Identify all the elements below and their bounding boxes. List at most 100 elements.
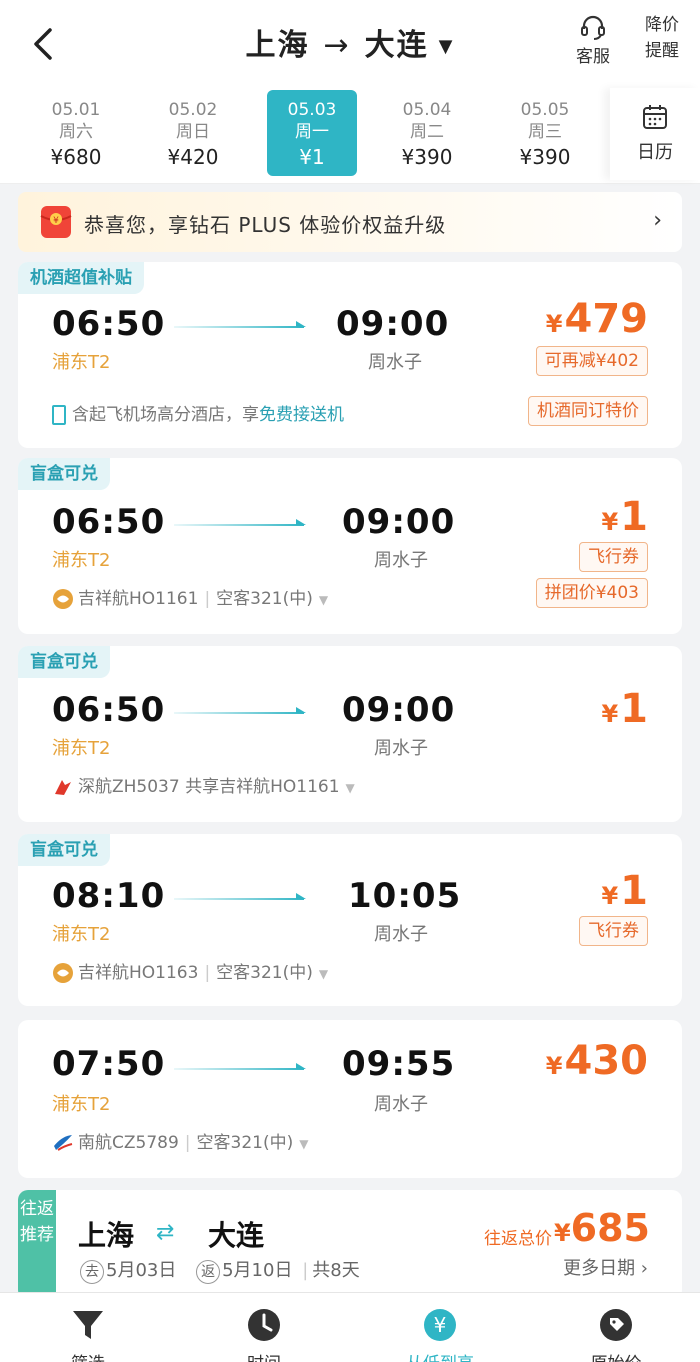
currency-symbol: ¥ — [601, 508, 619, 536]
date-label: 05.02 — [168, 100, 218, 120]
red-envelope-icon: ¥ — [40, 206, 72, 238]
date-label: 05.05 — [520, 100, 570, 120]
flight-voucher-badge: 飞行券 — [579, 542, 648, 572]
aircraft-type: 空客321(中) — [216, 963, 313, 983]
departure-airport: 浦东T2 — [52, 738, 111, 759]
departure-airport: 浦东T2 — [52, 550, 111, 571]
date-tab-0502[interactable]: 05.02 周日 ¥420 — [148, 90, 238, 176]
flight-tag: 盲盒可兑 — [18, 834, 110, 866]
calendar-label: 日历 — [637, 142, 673, 163]
rt-price-value: 685 — [570, 1206, 650, 1250]
departure-airport: 浦东T2 — [52, 924, 111, 945]
flight-number: 南航CZ5789 — [78, 1133, 179, 1153]
trip-duration: 共8天 — [312, 1260, 360, 1281]
free-transfer-link[interactable]: 免费接送机 — [259, 405, 344, 425]
airline-info: 南航CZ5789 | 空客321(中) ▼ — [52, 1128, 308, 1154]
flight-line — [174, 321, 306, 328]
header: 上海 → 大连 ▼ 客服 降价 提醒 — [0, 0, 700, 88]
currency-symbol: ¥ — [545, 1052, 563, 1080]
currency-symbol: ¥ — [545, 310, 563, 338]
price-alert-label-line1: 降价 — [645, 15, 679, 35]
tab-original-price[interactable]: 原始价 — [556, 1293, 676, 1362]
date-price: ¥390 — [401, 145, 453, 169]
departure-time: 06:50 — [52, 690, 166, 730]
svg-text:¥: ¥ — [434, 1313, 447, 1337]
flight-number: 吉祥航HO1163 — [78, 963, 199, 983]
rt-origin-city: 上海 — [78, 1219, 135, 1252]
round-trip-side-label: 往返推荐 — [18, 1190, 56, 1300]
arrival-time: 09:00 — [342, 502, 456, 542]
expand-down-icon[interactable]: ▼ — [299, 1137, 308, 1151]
price-tag-icon — [600, 1309, 632, 1341]
aircraft-type: 空客321(中) — [196, 1133, 294, 1153]
clock-icon — [248, 1309, 280, 1341]
tab-time[interactable]: 时间 — [204, 1293, 324, 1362]
discount-badge: 可再减¥402 — [535, 346, 648, 376]
price-value: 1 — [620, 686, 648, 732]
currency-symbol: ¥ — [601, 882, 619, 910]
round-trip-recommendation[interactable]: 往返推荐 上海 ⇄ 大连 去 5月03日 返 5月10日 | 共8天 往返总价 ¥68… — [18, 1190, 682, 1300]
flight-card[interactable]: 机酒超值补贴 06:50 浦东T2 09:00 周水子 ¥479 可再减¥402… — [18, 262, 682, 448]
origin-city: 上海 — [245, 28, 310, 63]
destination-city: 大连 — [364, 28, 429, 63]
customer-service-button[interactable]: 客服 — [568, 14, 618, 68]
juneyao-airline-logo-icon — [53, 963, 73, 983]
chevron-right-icon: › — [653, 208, 662, 233]
calendar-button[interactable]: 日历 — [610, 88, 700, 180]
flight-card[interactable]: 07:50 浦东T2 09:55 周水子 ¥430 南航CZ5789 | 空客321… — [18, 1020, 682, 1178]
divider: | — [204, 589, 211, 609]
juneyao-airline-logo-icon — [53, 589, 73, 609]
departure-airport: 浦东T2 — [52, 1094, 111, 1115]
price-value: 430 — [564, 1038, 649, 1084]
expand-down-icon[interactable]: ▼ — [319, 593, 328, 607]
airline-info: 吉祥航HO1161 | 空客321(中) ▼ — [52, 584, 328, 610]
rt-dates: 去 5月03日 返 5月10日 | 共8天 — [80, 1256, 360, 1284]
date-selector: 05.01 周六 ¥680 05.02 周日 ¥420 05.03 周一 ¥1 … — [0, 88, 700, 184]
date-price: ¥420 — [167, 145, 219, 169]
group-price-badge: 拼团价¥403 — [535, 578, 648, 608]
currency-symbol: ¥ — [601, 700, 619, 728]
arrival-time: 10:05 — [348, 876, 462, 916]
price-alert-label-line2: 提醒 — [645, 41, 679, 61]
hotel-info-text: 含起飞机场高分酒店，享 — [72, 405, 259, 425]
headset-icon — [581, 15, 605, 40]
arrival-time: 09:00 — [336, 304, 450, 344]
weekday-label: 周一 — [295, 122, 329, 142]
tab-filter[interactable]: 筛选 — [28, 1293, 148, 1362]
date-tab-0501[interactable]: 05.01 周六 ¥680 — [31, 90, 121, 176]
bottom-toolbar: 筛选 时间 ¥ 从低到高 原始价 — [0, 1292, 700, 1362]
rt-price-label: 往返总价 — [484, 1229, 552, 1249]
weekday-label: 周日 — [176, 122, 210, 142]
date-tab-0504[interactable]: 05.04 周二 ¥390 — [382, 90, 472, 176]
expand-down-icon[interactable]: ▼ — [346, 781, 355, 795]
airline-info: 深航ZH5037 共享吉祥航HO1161 ▼ — [52, 772, 355, 798]
date-tab-0505[interactable]: 05.05 周三 ¥390 — [500, 90, 590, 176]
divider: | — [302, 1260, 309, 1281]
currency-symbol: ¥ — [553, 1219, 571, 1247]
expand-down-icon[interactable]: ▼ — [319, 967, 328, 981]
tab-price-label: 从低到高 — [380, 1349, 500, 1362]
date-label: 05.01 — [51, 100, 101, 120]
rt-price: ¥685 — [554, 1206, 650, 1250]
weekday-label: 周六 — [59, 122, 93, 142]
tab-price-low-to-high[interactable]: ¥ 从低到高 — [380, 1293, 500, 1362]
departure-time: 08:10 — [52, 876, 166, 916]
flight-card[interactable]: 盲盒可兑 08:10 浦东T2 10:05 周水子 ¥1 飞行券 吉祥航HO11… — [18, 834, 682, 1006]
more-dates-link[interactable]: 更多日期 › — [563, 1254, 648, 1280]
date-tab-0503-selected[interactable]: 05.03 周一 ¥1 — [267, 90, 357, 176]
rt-destination-city: 大连 — [208, 1219, 265, 1252]
arrival-airport: 周水子 — [374, 738, 428, 759]
tab-time-label: 时间 — [204, 1349, 324, 1362]
shenzhen-airlines-logo-icon — [55, 780, 71, 795]
flight-price: ¥430 — [546, 1038, 648, 1084]
date-label: 05.03 — [287, 100, 337, 120]
flight-card[interactable]: 盲盒可兑 06:50 浦东T2 09:00 周水子 ¥1 飞行券 吉祥航HO11… — [18, 458, 682, 634]
flight-card[interactable]: 盲盒可兑 06:50 浦东T2 09:00 周水子 ¥1 深航ZH5037 共享… — [18, 646, 682, 822]
price-alert-button[interactable]: 降价 提醒 — [636, 12, 688, 64]
go-mark: 去 — [80, 1260, 104, 1284]
flight-number: 吉祥航HO1161 — [78, 589, 199, 609]
customer-service-label: 客服 — [576, 47, 610, 67]
plus-upgrade-banner[interactable]: ¥ 恭喜您，享钻石 PLUS 体验价权益升级 › — [18, 192, 682, 252]
return-mark: 返 — [196, 1260, 221, 1284]
arrival-airport: 周水子 — [374, 550, 428, 571]
